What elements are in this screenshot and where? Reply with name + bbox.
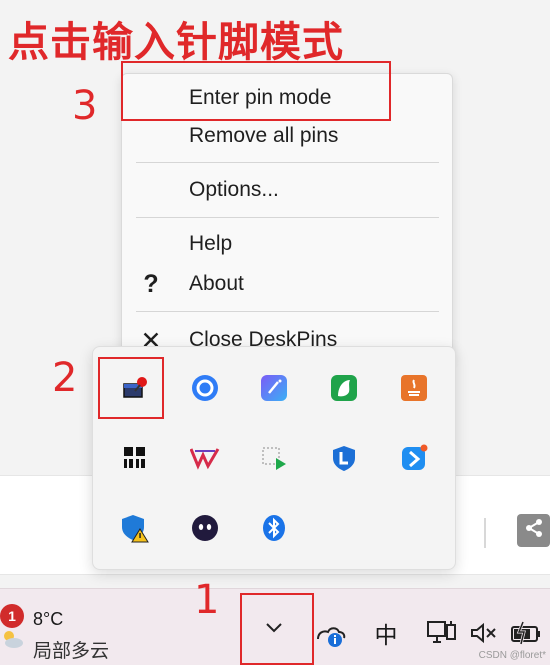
wps-icon[interactable] [188, 441, 222, 475]
menu-item-help[interactable]: Help [122, 226, 452, 262]
battery-charging-icon[interactable] [508, 619, 544, 647]
annotation-box-deskpins-icon [98, 357, 164, 419]
watermark: CSDN @floret* [478, 650, 546, 661]
onedrive-info-icon[interactable] [314, 620, 348, 650]
menu-separator [136, 217, 439, 218]
weather-notification-badge: 1 [0, 604, 24, 628]
menu-item-label: Remove all pins [189, 124, 339, 147]
annotation-step-2: 2 [52, 355, 78, 401]
menu-item-label: Help [189, 232, 233, 255]
annotation-box-enter-pin-mode [121, 61, 391, 121]
menu-item-options[interactable]: Options... [122, 172, 452, 208]
annotation-title: 点击输入针脚模式 [8, 18, 344, 66]
share-icon [524, 518, 544, 543]
play-app-icon[interactable] [257, 441, 291, 475]
menu-item-label: About [189, 272, 244, 295]
annotation-step-3: 3 [72, 83, 98, 129]
annotation-step-1: 1 [194, 577, 220, 623]
feishu-icon[interactable] [397, 441, 431, 475]
menu-item-about[interactable]: ? About [122, 266, 452, 302]
pen-app-icon[interactable] [257, 371, 291, 405]
menu-separator [136, 162, 439, 163]
menu-separator [136, 311, 439, 312]
bird-app-icon[interactable] [327, 371, 361, 405]
ime-indicator[interactable]: 中 [370, 617, 402, 649]
menu-item-remove-all-pins[interactable]: Remove all pins [122, 118, 452, 154]
bluetooth-icon[interactable] [257, 511, 291, 545]
windows-store-icon[interactable] [118, 441, 152, 475]
java-icon[interactable] [397, 371, 431, 405]
l-shield-icon[interactable] [327, 441, 361, 475]
weather-condition[interactable]: 局部多云 [33, 636, 109, 663]
network-icon[interactable] [424, 617, 460, 649]
security-shield-warning-icon[interactable] [118, 511, 152, 545]
background-divider [484, 518, 486, 548]
question-icon: ? [143, 270, 159, 298]
menu-item-label: Options... [189, 178, 279, 201]
partly-cloudy-icon[interactable] [0, 628, 24, 650]
ghost-app-icon[interactable] [188, 511, 222, 545]
circle-app-icon[interactable] [188, 371, 222, 405]
volume-muted-icon[interactable] [468, 619, 500, 647]
share-button[interactable] [517, 514, 550, 547]
annotation-box-show-hidden-icons [240, 593, 314, 665]
weather-temperature[interactable]: 8°C [33, 609, 63, 630]
